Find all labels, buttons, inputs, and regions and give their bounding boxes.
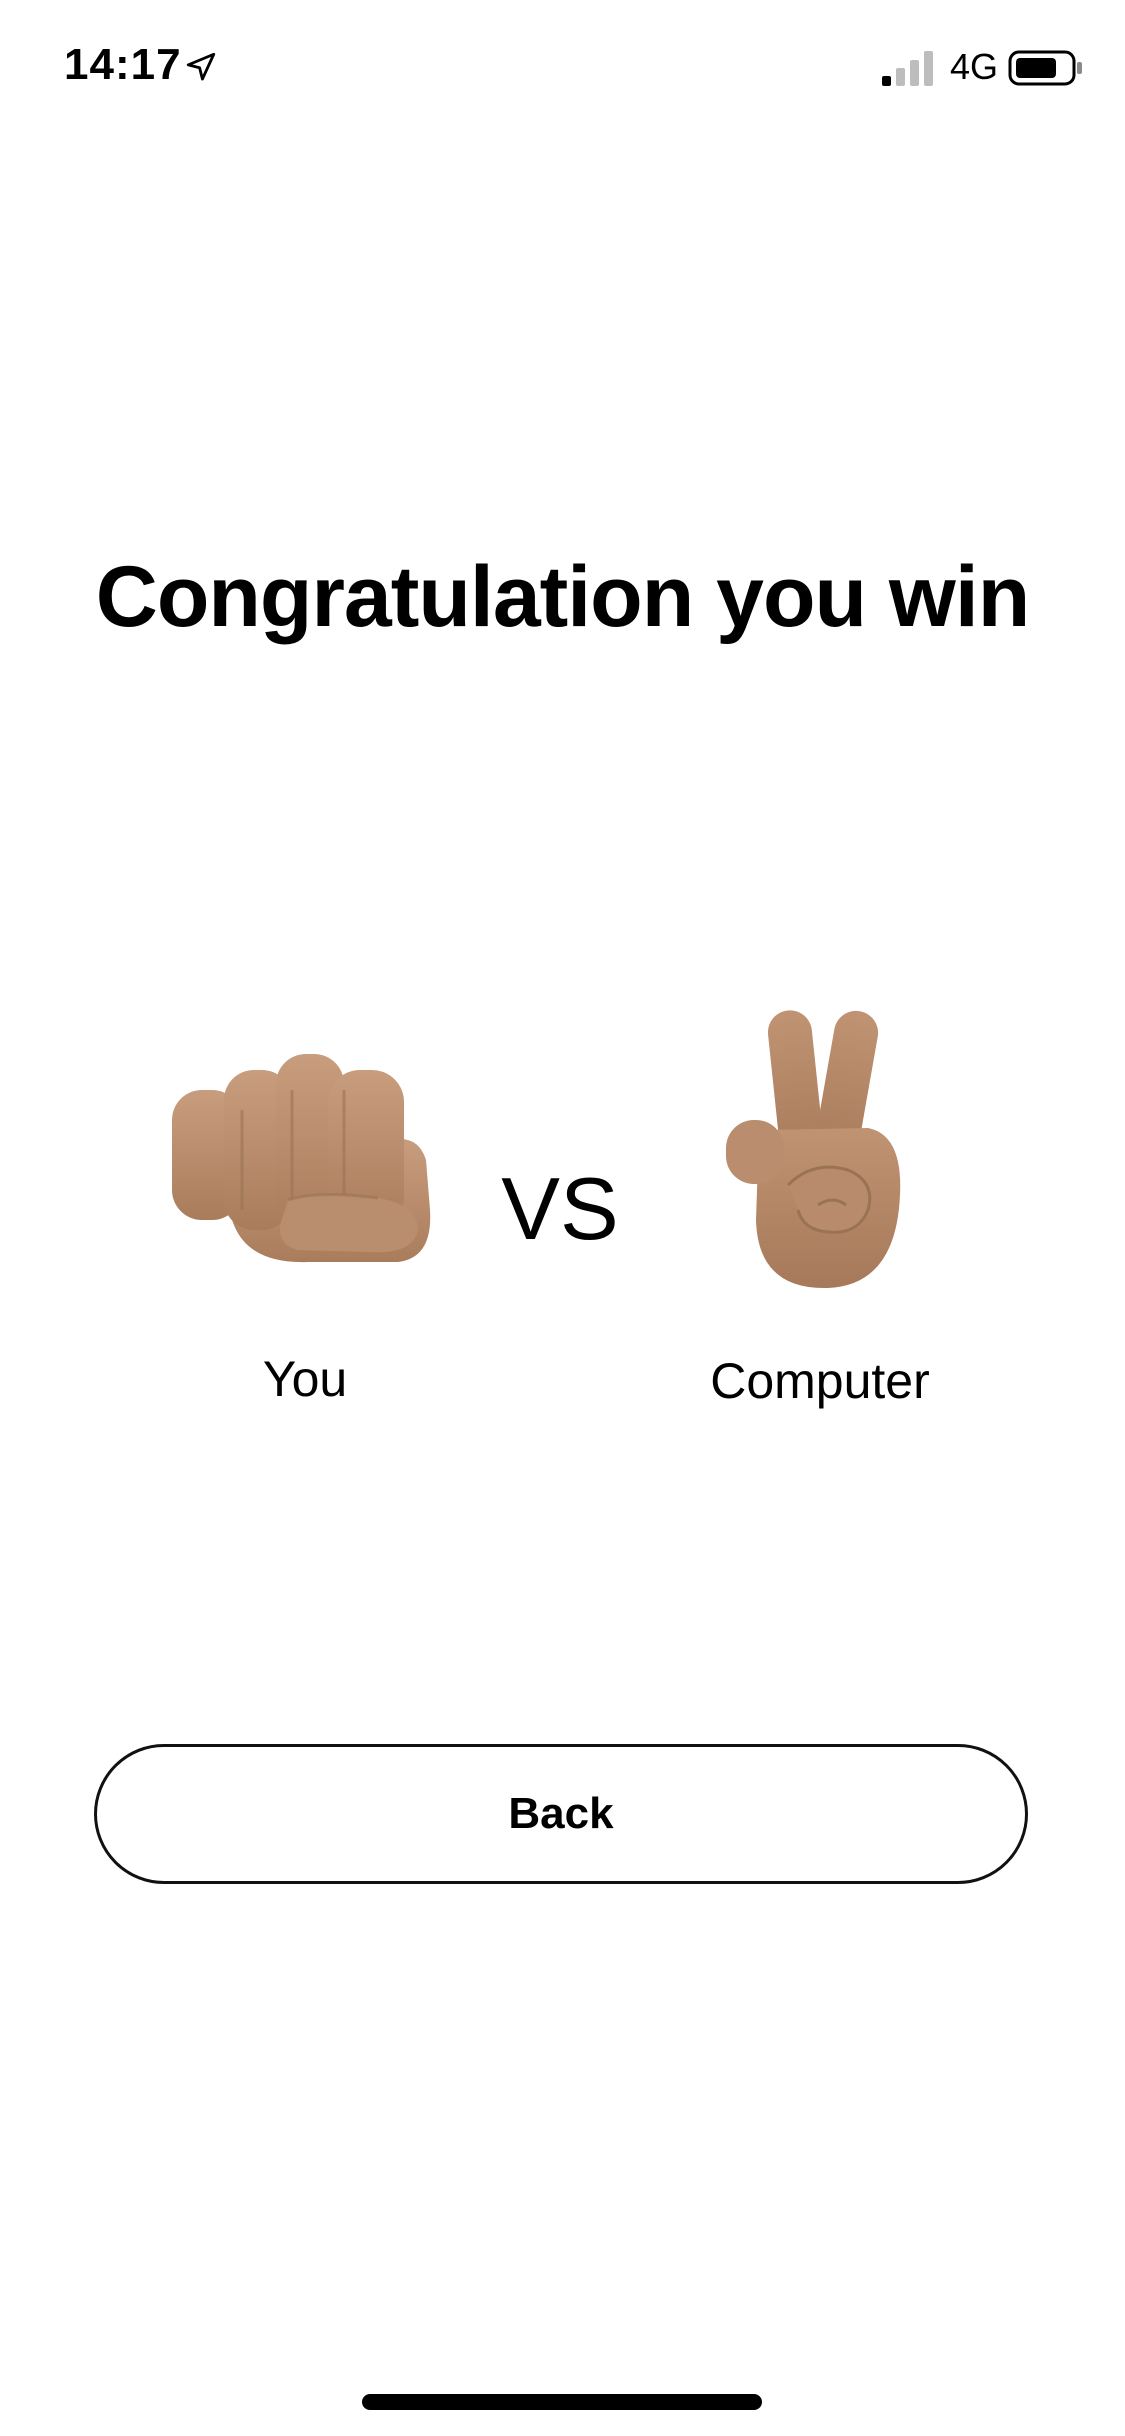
battery-icon xyxy=(1008,50,1082,86)
home-indicator[interactable] xyxy=(362,2394,762,2410)
network-type: 4G xyxy=(950,46,999,87)
fist-icon xyxy=(172,1054,431,1263)
player-label: You xyxy=(262,1351,348,1407)
victory-hand-icon xyxy=(726,1010,901,1289)
result-title: Congratulation you win xyxy=(95,549,1031,645)
back-button[interactable]: Back xyxy=(94,1744,1028,1884)
status-bar: 14:17 4G xyxy=(0,0,1125,140)
computer-label: Computer xyxy=(710,1353,930,1409)
cellular-signal-icon xyxy=(882,51,933,86)
versus-label: VS xyxy=(501,1159,619,1258)
back-button-label: Back xyxy=(508,1789,614,1838)
location-arrow-icon xyxy=(186,52,216,81)
status-time: 14:17 xyxy=(64,40,182,89)
